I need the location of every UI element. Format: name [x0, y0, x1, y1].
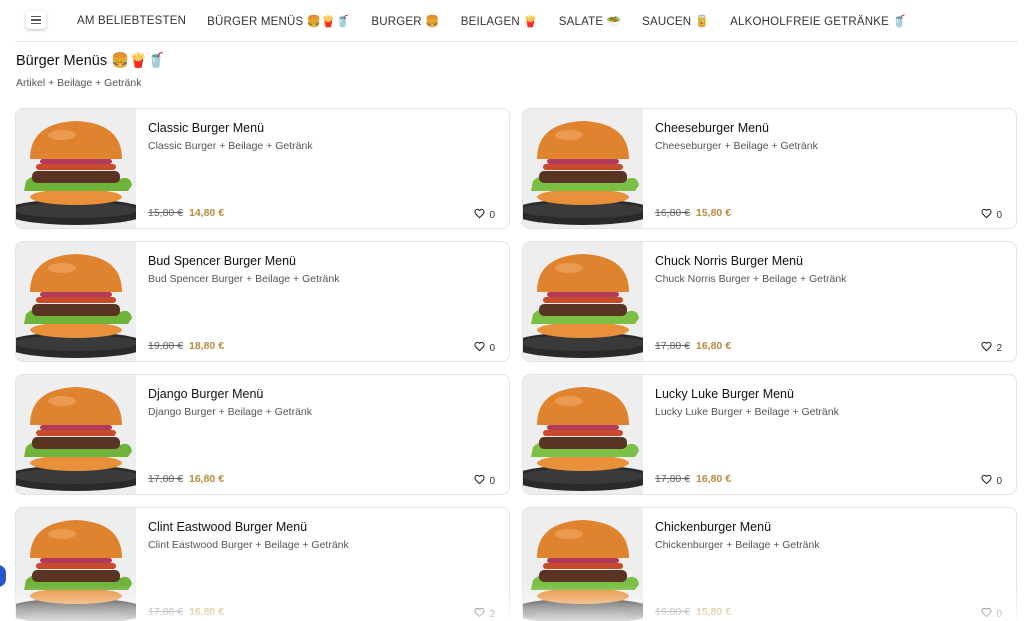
- favorite-count: 0: [489, 209, 495, 221]
- heart-outline-icon: [981, 605, 993, 621]
- product-description: Django Burger + Beilage + Getränk: [148, 406, 313, 418]
- favorite-count: 2: [489, 608, 495, 620]
- sale-price: 16,80 €: [189, 473, 225, 485]
- product-name: Chickenburger Menü: [655, 520, 772, 534]
- sale-price: 16,80 €: [696, 340, 732, 352]
- product-image: [16, 242, 136, 361]
- original-price: 16,80 €: [655, 207, 691, 219]
- nav-item-beilagen[interactable]: BEILAGEN 🍟: [461, 14, 538, 28]
- sale-price: 15,80 €: [696, 606, 732, 618]
- product-name: Clint Eastwood Burger Menü: [148, 520, 308, 534]
- product-card[interactable]: Clint Eastwood Burger Menü Clint Eastwoo…: [15, 507, 510, 621]
- product-card[interactable]: Chuck Norris Burger Menü Chuck Norris Bu…: [522, 241, 1017, 362]
- favorite-button[interactable]: 2: [981, 339, 1002, 357]
- favorite-button[interactable]: 0: [981, 472, 1002, 490]
- sale-price: 16,80 €: [696, 473, 732, 485]
- heart-outline-icon: [474, 206, 486, 224]
- heart-outline-icon: [981, 472, 993, 490]
- heart-outline-icon: [474, 605, 486, 621]
- original-price: 17,80 €: [655, 340, 691, 352]
- favorite-button[interactable]: 0: [474, 339, 495, 357]
- sale-price: 14,80 €: [189, 207, 225, 219]
- nav-item-buerger-menues[interactable]: BÜRGER MENÜS 🍔🍟🥤: [207, 14, 350, 28]
- favorite-button[interactable]: 0: [981, 605, 1002, 621]
- hamburger-menu-icon[interactable]: [26, 11, 46, 29]
- product-name: Lucky Luke Burger Menü: [655, 387, 794, 401]
- product-card[interactable]: Lucky Luke Burger Menü Lucky Luke Burger…: [522, 374, 1017, 495]
- nav-item-alkoholfreie-getraenke[interactable]: ALKOHOLFREIE GETRÄNKE 🥤: [730, 14, 907, 28]
- product-image: [523, 109, 643, 228]
- original-price: 17,80 €: [148, 473, 184, 485]
- sale-price: 18,80 €: [189, 340, 225, 352]
- section-subtitle: Artikel + Beilage + Getränk: [16, 77, 142, 89]
- sale-price: 16,80 €: [189, 606, 225, 618]
- section-title: Bürger Menüs 🍔🍟🥤: [16, 53, 166, 69]
- original-price: 16,80 €: [655, 606, 691, 618]
- original-price: 15,80 €: [148, 207, 184, 219]
- favorite-button[interactable]: 0: [474, 206, 495, 224]
- favorite-button[interactable]: 0: [981, 206, 1002, 224]
- heart-outline-icon: [474, 472, 486, 490]
- product-card[interactable]: Chickenburger Menü Chickenburger + Beila…: [522, 507, 1017, 621]
- nav-divider: [15, 41, 1018, 42]
- product-image: [523, 375, 643, 494]
- favorite-button[interactable]: 0: [474, 472, 495, 490]
- product-description: Classic Burger + Beilage + Getränk: [148, 140, 313, 152]
- original-price: 17,80 €: [655, 473, 691, 485]
- product-description: Bud Spencer Burger + Beilage + Getränk: [148, 273, 340, 285]
- favorite-count: 2: [996, 342, 1002, 354]
- product-image: [16, 375, 136, 494]
- product-image: [523, 508, 643, 621]
- product-description: Lucky Luke Burger + Beilage + Getränk: [655, 406, 839, 418]
- product-description: Cheeseburger + Beilage + Getränk: [655, 140, 818, 152]
- original-price: 19,80 €: [148, 340, 184, 352]
- heart-outline-icon: [981, 339, 993, 357]
- favorite-button[interactable]: 2: [474, 605, 495, 621]
- product-card[interactable]: Bud Spencer Burger Menü Bud Spencer Burg…: [15, 241, 510, 362]
- product-card[interactable]: Django Burger Menü Django Burger + Beila…: [15, 374, 510, 495]
- nav-item-burger[interactable]: BURGER 🍔: [371, 14, 439, 28]
- product-name: Cheeseburger Menü: [655, 121, 769, 135]
- product-image: [523, 242, 643, 361]
- product-card[interactable]: Cheeseburger Menü Cheeseburger + Beilage…: [522, 108, 1017, 229]
- heart-outline-icon: [474, 339, 486, 357]
- favorite-count: 0: [996, 475, 1002, 487]
- original-price: 17,80 €: [148, 606, 184, 618]
- product-name: Django Burger Menü: [148, 387, 264, 401]
- nav-item-am-beliebtesten[interactable]: AM BELIEBTESTEN: [77, 15, 186, 27]
- top-navigation: AM BELIEBTESTEN BÜRGER MENÜS 🍔🍟🥤 BURGER …: [0, 0, 1024, 42]
- product-name: Chuck Norris Burger Menü: [655, 254, 803, 268]
- product-name: Bud Spencer Burger Menü: [148, 254, 297, 268]
- product-description: Chuck Norris Burger + Beilage + Getränk: [655, 273, 847, 285]
- heart-outline-icon: [981, 206, 993, 224]
- product-card[interactable]: Classic Burger Menü Classic Burger + Bei…: [15, 108, 510, 229]
- sale-price: 15,80 €: [696, 207, 732, 219]
- product-image: [16, 508, 136, 621]
- favorite-count: 0: [489, 342, 495, 354]
- favorite-count: 0: [489, 475, 495, 487]
- product-description: Clint Eastwood Burger + Beilage + Geträn…: [148, 539, 349, 551]
- category-nav: AM BELIEBTESTEN BÜRGER MENÜS 🍔🍟🥤 BURGER …: [77, 0, 928, 42]
- nav-item-saucen[interactable]: SAUCEN 🥫: [642, 14, 709, 28]
- product-description: Chickenburger + Beilage + Getränk: [655, 539, 820, 551]
- product-image: [16, 109, 136, 228]
- side-widget-button[interactable]: [0, 565, 6, 587]
- product-name: Classic Burger Menü: [148, 121, 265, 135]
- favorite-count: 0: [996, 608, 1002, 620]
- nav-item-salate[interactable]: SALATE 🥗: [559, 14, 621, 28]
- favorite-count: 0: [996, 209, 1002, 221]
